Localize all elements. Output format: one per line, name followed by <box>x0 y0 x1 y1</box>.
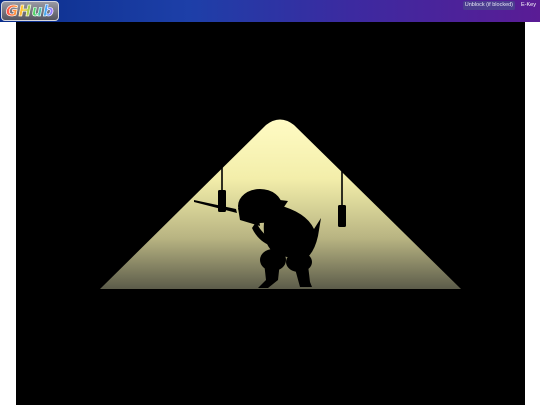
unblock-button[interactable]: Unblock (if blocked) <box>462 0 516 10</box>
ghub-logo[interactable]: GHub <box>1 1 59 21</box>
game-canvas[interactable] <box>16 22 525 405</box>
top-bar: GHub Unblock (if blocked) E-Key <box>0 0 540 22</box>
logo-text: GHub <box>5 2 55 21</box>
top-actions: Unblock (if blocked) E-Key <box>462 0 538 10</box>
ekey-button[interactable]: E-Key <box>519 1 538 10</box>
game-frame[interactable] <box>16 22 525 405</box>
